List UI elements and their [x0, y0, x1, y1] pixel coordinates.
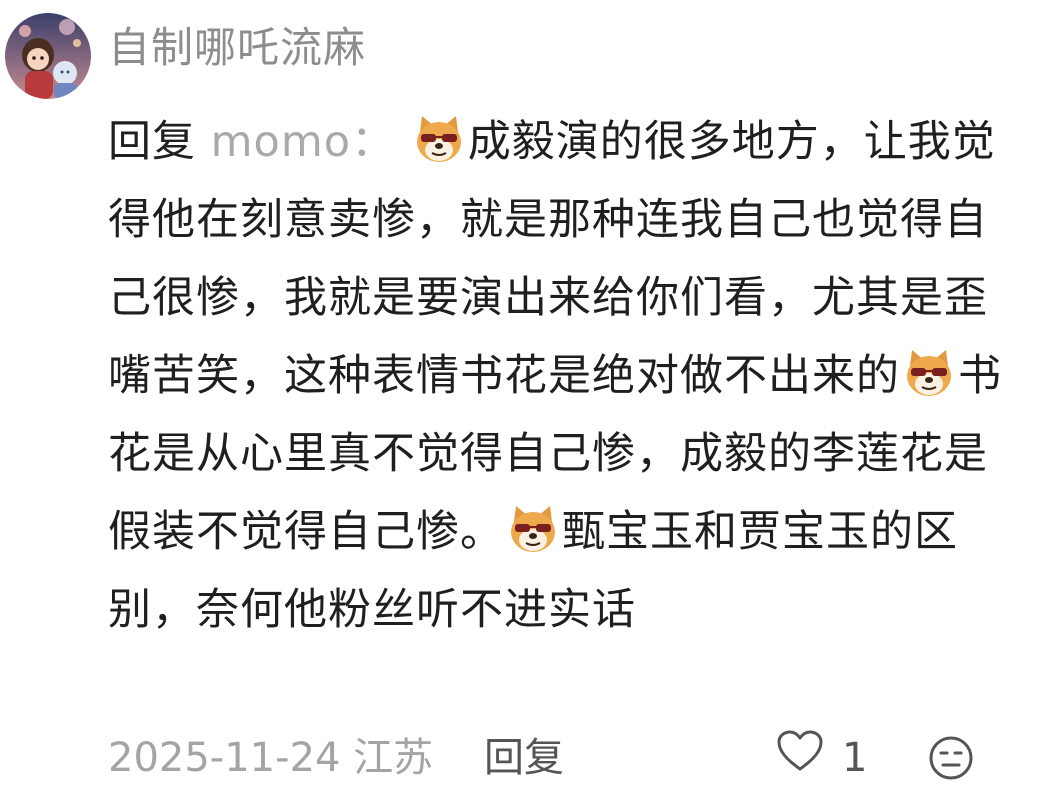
- reply-button[interactable]: 回复: [484, 730, 564, 786]
- like-button[interactable]: 1: [776, 730, 867, 786]
- like-count: 1: [842, 735, 868, 781]
- heart-outline-icon: [776, 729, 824, 788]
- username[interactable]: 自制哪吒流麻: [108, 22, 366, 74]
- reply-prefix: 回复: [108, 117, 196, 167]
- neutral-face-icon[interactable]: [928, 735, 974, 781]
- comment-location: 江苏: [353, 735, 434, 781]
- comment-date: 2025-11-24: [108, 735, 341, 781]
- avatar-image: [5, 13, 91, 99]
- doge-emoji-icon: [506, 502, 560, 556]
- doge-emoji-icon: [412, 112, 466, 166]
- doge-emoji-icon: [902, 346, 956, 400]
- comment-footer: 2025-11-24 江苏 回复 1: [108, 730, 1003, 786]
- avatar[interactable]: [5, 13, 91, 99]
- reply-target-username[interactable]: momo：: [211, 117, 395, 167]
- comment-text: 回复 momo： 成毅演的很多地方，让我觉得他在刻意卖惨，就是那种连我自己也觉得…: [108, 103, 1003, 649]
- comment-meta: 2025-11-24 江苏: [108, 730, 433, 786]
